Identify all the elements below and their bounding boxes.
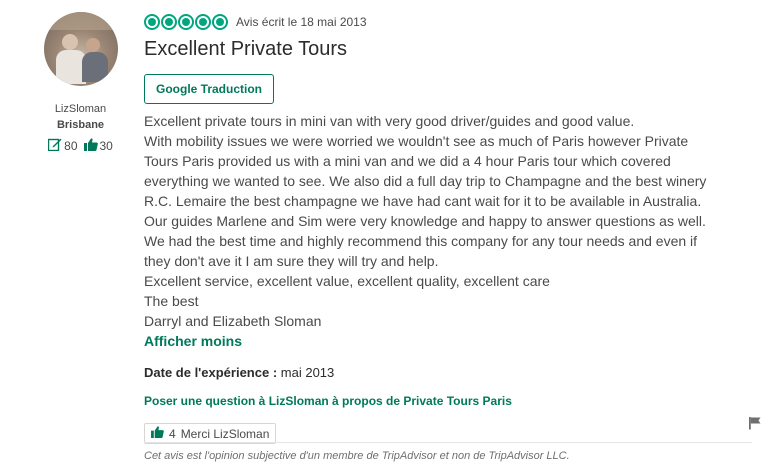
review-line: Tours Paris provided us with a mini van … [144,153,671,169]
thumbs-up-icon [151,426,164,441]
review-line: The best [144,293,199,309]
rating-bubble-icon [161,14,177,30]
rating-bubble-icon [212,14,228,30]
thumbs-up-icon [83,138,98,154]
google-translate-button[interactable]: Google Traduction [144,74,275,104]
rating-row: Avis écrit le 18 mai 2013 [144,12,744,32]
rating-bubble-icon [195,14,211,30]
rating-bubble-icon [178,14,194,30]
review-count: 80 [64,139,78,153]
show-less-link[interactable]: Afficher moins [144,331,744,351]
review-line: Excellent service, excellent value, exce… [144,273,550,289]
review-line: everything we wanted to see. We also did… [144,173,707,189]
divider [144,442,752,443]
review-body: Excellent private tours in mini van with… [144,111,724,331]
disclaimer: Cet avis est l'opinion subjective d'un m… [144,450,570,462]
review-line: We had the best time and highly recommen… [144,233,698,249]
experience-date-value: mai 2013 [280,365,335,380]
review-line: With mobility issues we were worried we … [144,133,689,149]
review-card: Avis écrit le 18 mai 2013 Excellent Priv… [144,12,744,444]
review-title[interactable]: Excellent Private Tours [144,38,744,64]
rating-bubble-icon [144,14,160,30]
ask-question-link[interactable]: Poser une question à LizSloman à propos … [144,394,744,410]
review-line: Excellent private tours in mini van with… [144,113,635,129]
review-line: they don't ave it I am sure they will tr… [144,253,439,269]
bubble-rating [144,14,228,30]
experience-date: Date de l'expérience : mai 2013 [144,365,744,383]
review-line: Darryl and Elizabeth Sloman [144,313,322,329]
thank-button[interactable]: 4 Merci LizSloman [144,423,277,444]
reviewer-card: LizSloman Brisbane 80 30 [28,12,133,154]
edit-icon [47,138,62,154]
reviewer-username[interactable]: LizSloman [28,103,133,115]
experience-date-label: Date de l'expérience : [144,365,278,380]
review-line: Our guides Marlene and Sim were very kno… [144,213,706,229]
flag-icon[interactable] [748,416,762,435]
review-line: R.C. Lemaire the best champagne we have … [144,193,702,209]
reviewer-location: Brisbane [56,119,105,131]
avatar[interactable] [43,12,118,86]
review-date: Avis écrit le 18 mai 2013 [236,15,367,29]
helpful-votes: 4 [169,426,176,441]
helpful-count: 30 [99,139,113,153]
reviewer-stats: 80 30 [28,138,133,154]
helpful-row: 4 Merci LizSloman [144,423,744,444]
thank-label: Merci LizSloman [180,426,270,441]
